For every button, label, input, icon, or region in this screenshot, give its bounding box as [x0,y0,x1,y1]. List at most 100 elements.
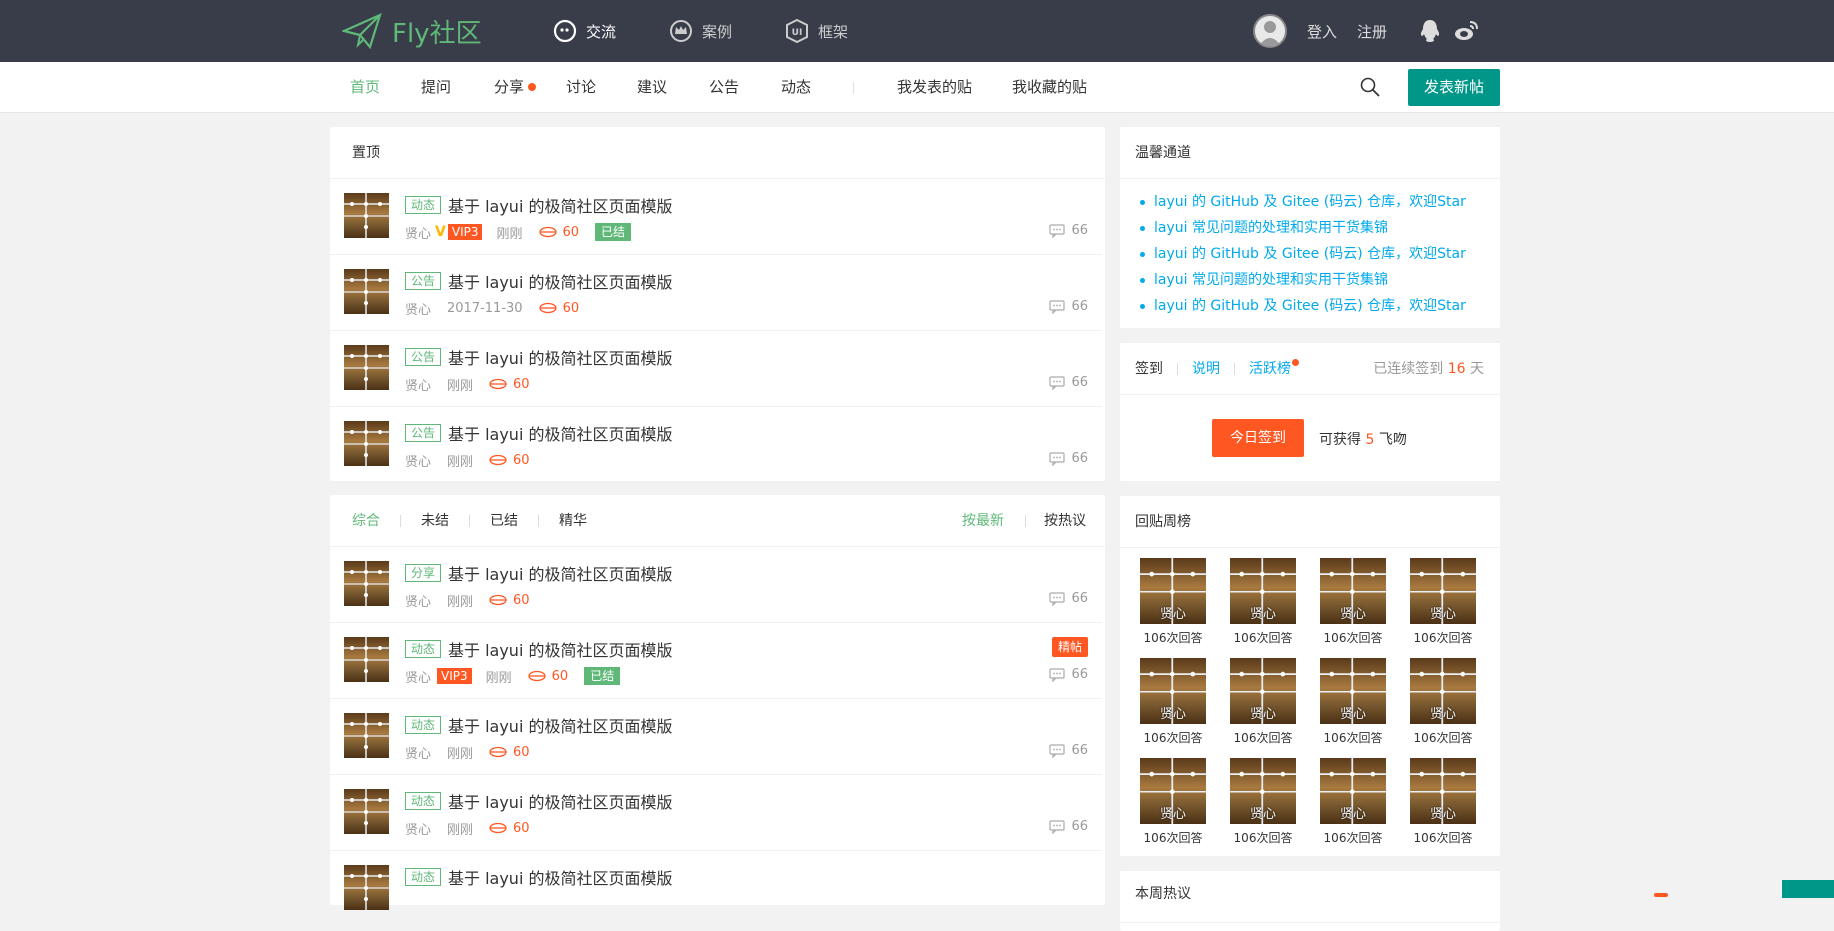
rank-avatar[interactable]: 贤心 [1140,658,1206,724]
rank-user[interactable]: 贤心 106次回答 [1140,658,1206,746]
rank-user[interactable]: 贤心 106次回答 [1410,558,1476,646]
post-tag[interactable]: 公告 [405,272,442,290]
post-author[interactable]: 贤心 [405,591,431,610]
subnav-home[interactable]: 首页 [350,62,380,113]
post-author[interactable]: 贤心 [405,299,431,318]
warm-link[interactable]: layui 常见问题的处理和实用干货集锦 [1120,215,1500,241]
post-author[interactable]: 贤心 [405,819,431,838]
post-title[interactable]: 基于 layui 的极简社区页面模版 [448,421,672,445]
post-title[interactable]: 基于 layui 的极简社区页面模版 [448,193,672,217]
user-thumbnail[interactable] [344,713,389,758]
rank-avatar[interactable]: 贤心 [1320,558,1386,624]
user-thumbnail[interactable] [344,637,389,682]
rank-user[interactable]: 贤心 106次回答 [1230,758,1296,846]
rank-user[interactable]: 贤心 106次回答 [1320,558,1386,646]
post-tag[interactable]: 动态 [405,792,442,810]
filter-solved[interactable]: 已结 [490,495,518,547]
user-thumbnail[interactable] [344,865,389,910]
post-author[interactable]: 贤心 [405,223,431,242]
post-title[interactable]: 基于 layui 的极简社区页面模版 [448,269,672,293]
nav-exchange[interactable]: 交流 [552,18,616,44]
rank-user[interactable]: 贤心 106次回答 [1410,658,1476,746]
rank-avatar[interactable]: 贤心 [1140,758,1206,824]
post-title[interactable]: 基于 layui 的极简社区页面模版 [448,637,672,661]
rank-avatar[interactable]: 贤心 [1410,558,1476,624]
user-thumbnail[interactable] [344,421,389,466]
post-row[interactable]: 分享 基于 layui 的极简社区页面模版 贤心 刚刚 60 66 [330,547,1102,623]
site-logo[interactable]: Fly社区 [342,12,482,50]
rank-avatar[interactable]: 贤心 [1140,558,1206,624]
filter-unsolved[interactable]: 未结 [421,495,449,547]
weibo-icon[interactable] [1453,18,1479,44]
nav-cases[interactable]: 案例 [668,18,732,44]
sign-today-button[interactable]: 今日签到 [1212,419,1304,457]
rank-avatar[interactable]: 贤心 [1230,758,1296,824]
my-posts-link[interactable]: 我发表的贴 [897,62,972,113]
nav-framework[interactable]: UI 框架 [784,18,848,44]
rank-avatar[interactable]: 贤心 [1410,658,1476,724]
tab-sign[interactable]: 签到 [1135,343,1163,395]
rank-user[interactable]: 贤心 106次回答 [1140,758,1206,846]
rank-avatar[interactable]: 贤心 [1320,658,1386,724]
user-thumbnail[interactable] [344,789,389,834]
warm-link[interactable]: layui 的 GitHub 及 Gitee (码云) 仓库，欢迎Star [1120,293,1500,319]
post-row[interactable]: 公告 基于 layui 的极简社区页面模版 贤心 刚刚 60 66 [330,331,1102,407]
subnav-share[interactable]: 分享 [494,62,524,113]
login-link[interactable]: 登入 [1307,21,1337,42]
rank-user[interactable]: 贤心 106次回答 [1320,758,1386,846]
post-title[interactable]: 基于 layui 的极简社区页面模版 [448,789,672,813]
post-tag[interactable]: 公告 [405,424,442,442]
rank-user[interactable]: 贤心 106次回答 [1320,658,1386,746]
post-row[interactable]: 动态 基于 layui 的极简社区页面模版 贤心 VIP3 刚刚 60 已结 精帖 66 [330,623,1102,699]
rank-avatar[interactable]: 贤心 [1230,658,1296,724]
post-row[interactable]: 公告 基于 layui 的极简社区页面模版 贤心 刚刚 60 66 [330,407,1102,483]
qq-icon[interactable] [1417,18,1443,44]
post-row[interactable]: 动态 基于 layui 的极简社区页面模版 贤心 V VIP3 刚刚 60 已结 66 [330,179,1102,255]
user-thumbnail[interactable] [344,345,389,390]
my-favorites-link[interactable]: 我收藏的贴 [1012,62,1087,113]
post-author[interactable]: 贤心 [405,375,431,394]
post-title[interactable]: 基于 layui 的极简社区页面模版 [448,561,672,585]
new-post-button[interactable]: 发表新帖 [1408,69,1500,106]
user-thumbnail[interactable] [344,561,389,606]
post-author[interactable]: 贤心 [405,667,431,686]
post-tag[interactable]: 动态 [405,716,442,734]
rank-avatar[interactable]: 贤心 [1230,558,1296,624]
rank-user[interactable]: 贤心 106次回答 [1230,558,1296,646]
warm-link[interactable]: layui 常见问题的处理和实用干货集锦 [1120,267,1500,293]
filter-all[interactable]: 综合 [352,495,380,547]
user-thumbnail[interactable] [344,193,389,238]
post-tag[interactable]: 动态 [405,640,442,658]
register-link[interactable]: 注册 [1357,21,1387,42]
post-row[interactable]: 公告 基于 layui 的极简社区页面模版 贤心 2017-11-30 60 66 [330,255,1102,331]
rank-user[interactable]: 贤心 106次回答 [1230,658,1296,746]
search-icon[interactable] [1359,76,1381,98]
post-row[interactable]: 动态 基于 layui 的极简社区页面模版 贤心 刚刚 60 66 [330,699,1102,775]
post-title[interactable]: 基于 layui 的极简社区页面模版 [448,713,672,737]
subnav-notice[interactable]: 公告 [709,62,739,113]
back-to-top-button[interactable] [1782,880,1834,898]
warm-link[interactable]: layui 的 GitHub 及 Gitee (码云) 仓库，欢迎Star [1120,241,1500,267]
sort-latest[interactable]: 按最新 [962,495,1004,547]
rank-avatar[interactable]: 贤心 [1320,758,1386,824]
rank-user[interactable]: 贤心 106次回答 [1410,758,1476,846]
post-tag[interactable]: 分享 [405,564,442,582]
subnav-dynamic[interactable]: 动态 [781,62,811,113]
avatar[interactable] [1252,14,1287,48]
user-thumbnail[interactable] [344,269,389,314]
subnav-discussion[interactable]: 讨论 [566,62,596,113]
filter-featured[interactable]: 精华 [559,495,587,547]
tab-active-rank[interactable]: 活跃榜 [1249,343,1291,395]
post-author[interactable]: 贤心 [405,451,431,470]
warm-link[interactable]: layui 的 GitHub 及 Gitee (码云) 仓库，欢迎Star [1120,189,1500,215]
subnav-suggestion[interactable]: 建议 [637,62,667,113]
post-row[interactable]: 动态 基于 layui 的极简社区页面模版 贤心 刚刚 60 66 [330,775,1102,851]
rank-avatar[interactable]: 贤心 [1410,758,1476,824]
post-tag[interactable]: 动态 [405,196,442,214]
tab-description[interactable]: 说明 [1192,343,1220,395]
sort-hot[interactable]: 按热议 [1044,495,1086,547]
subnav-question[interactable]: 提问 [421,62,451,113]
post-title[interactable]: 基于 layui 的极简社区页面模版 [448,865,672,889]
post-tag[interactable]: 动态 [405,868,442,886]
post-row[interactable]: 动态 基于 layui 的极简社区页面模版 [330,851,1102,927]
